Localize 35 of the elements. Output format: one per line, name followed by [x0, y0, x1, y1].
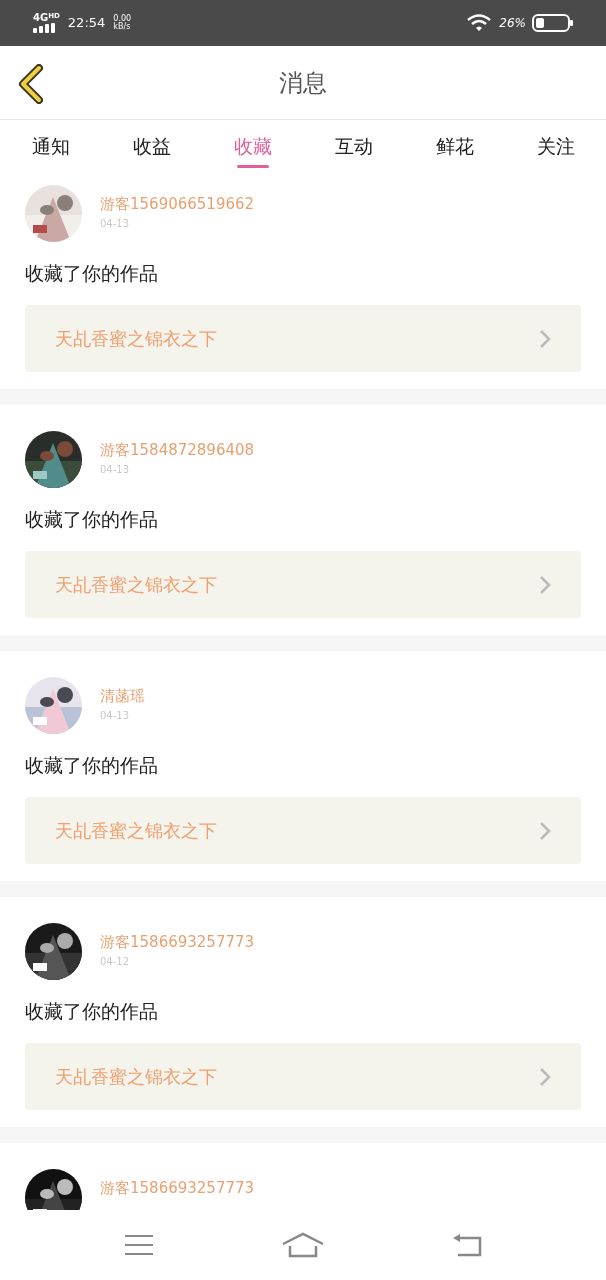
work-link[interactable]: 天乩香蜜之锦衣之下 [25, 551, 581, 618]
tab[interactable]: 收藏 [202, 120, 303, 172]
menu-icon[interactable] [124, 1234, 154, 1256]
tab[interactable]: 鲜花 [404, 120, 505, 172]
signal-icon [33, 23, 57, 33]
chevron-right-icon [539, 820, 551, 841]
user-name[interactable]: 游客1586693257773 [100, 932, 255, 952]
home-icon[interactable] [282, 1232, 324, 1258]
tab[interactable]: 关注 [505, 120, 606, 172]
network-label: 4G$^{HD}$ [33, 13, 60, 23]
page-title: 消息 [279, 67, 327, 99]
work-link[interactable]: 天乩香蜜之锦衣之下 [25, 305, 581, 372]
work-link[interactable]: 天乩香蜜之锦衣之下 [25, 797, 581, 864]
user-name[interactable]: 游客1569066519662 [100, 194, 255, 214]
back-icon[interactable] [452, 1233, 482, 1257]
speed-unit: kB/s [113, 23, 132, 31]
speed-value: 0.00 [113, 15, 132, 23]
user-name[interactable]: 清菡瑶 [100, 686, 145, 706]
user-name[interactable]: 游客1584872896408 [100, 440, 255, 460]
chevron-right-icon [539, 328, 551, 349]
battery-percent: 26% [499, 15, 526, 32]
wifi-icon [467, 14, 492, 32]
battery-icon [532, 14, 573, 32]
message-text: 收藏了你的作品 [25, 507, 158, 533]
tab[interactable]: 通知 [0, 120, 101, 172]
tab[interactable]: 互动 [303, 120, 404, 172]
tab[interactable]: 收益 [101, 120, 202, 172]
message-text: 收藏了你的作品 [25, 261, 158, 287]
chevron-right-icon [539, 574, 551, 595]
message-text: 收藏了你的作品 [25, 999, 158, 1025]
chevron-right-icon [539, 1066, 551, 1087]
user-name[interactable]: 游客1586693257773 [100, 1178, 255, 1198]
clock: 22:54 [67, 14, 106, 33]
work-link[interactable]: 天乩香蜜之锦衣之下 [25, 1043, 581, 1110]
message-text: 收藏了你的作品 [25, 753, 158, 779]
